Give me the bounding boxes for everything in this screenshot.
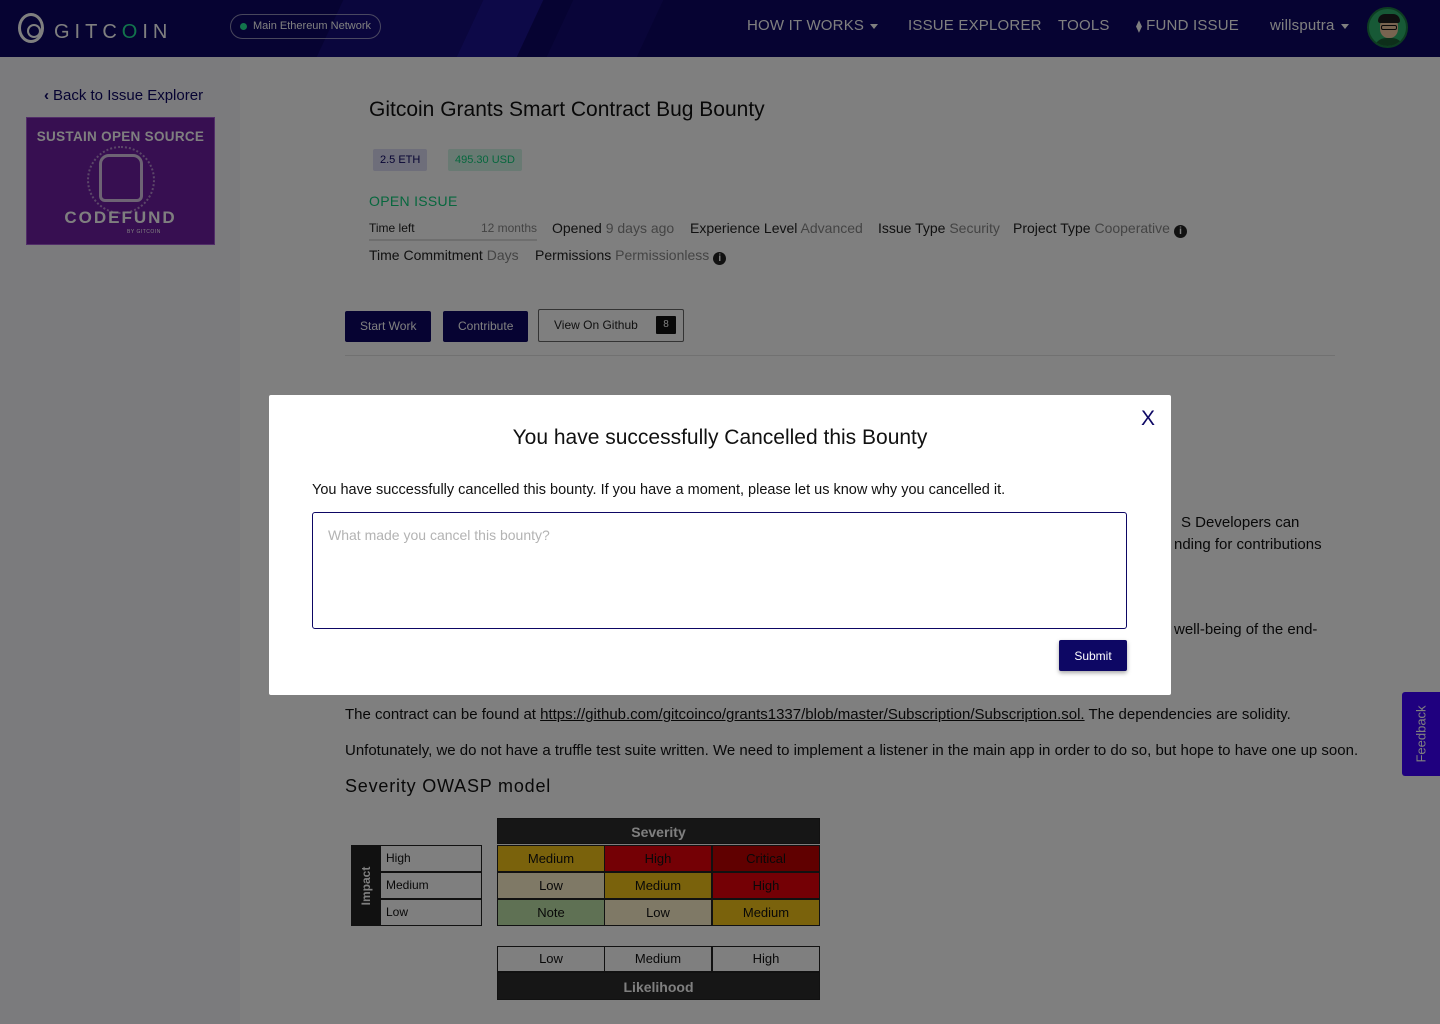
modal-title: You have successfully Cancelled this Bou… (512, 426, 928, 449)
submit-button[interactable]: Submit (1059, 640, 1127, 671)
cancel-reason-textarea[interactable] (312, 512, 1127, 629)
modal-description: You have successfully cancelled this bou… (312, 482, 1006, 498)
cancel-bounty-modal: X You have successfully Cancelled this B… (269, 395, 1171, 695)
